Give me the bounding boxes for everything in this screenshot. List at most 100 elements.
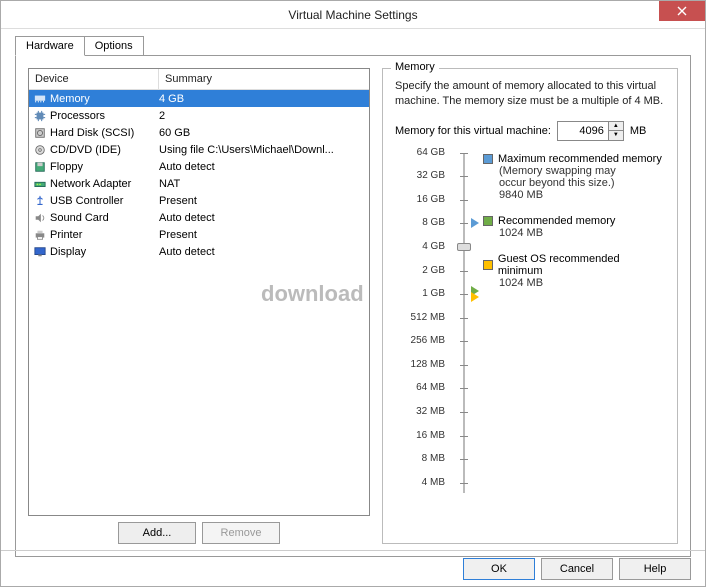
slider-track-column[interactable] [453, 153, 475, 493]
memory-group: Memory Specify the amount of memory allo… [382, 68, 678, 544]
tick-label: 32 MB [395, 406, 445, 417]
device-table: Device Summary Memory 4 GB Processors 2 Hard… [28, 68, 370, 516]
tick-label: 64 MB [395, 382, 445, 393]
device-name: Printer [50, 229, 82, 241]
memory-input-row: Memory for this virtual machine: ▲ ▼ MB [395, 121, 665, 141]
sound-icon [33, 212, 47, 224]
spin-down[interactable]: ▼ [609, 131, 623, 140]
close-icon [677, 6, 687, 16]
device-name: CD/DVD (IDE) [50, 144, 121, 156]
tick-label: 512 MB [395, 312, 445, 323]
device-name: Sound Card [50, 212, 109, 224]
close-button[interactable] [659, 1, 705, 21]
add-button[interactable]: Add... [118, 522, 196, 544]
table-row[interactable]: Hard Disk (SCSI) 60 GB [29, 124, 369, 141]
tick-label: 1 GB [395, 288, 445, 299]
device-summary: Auto detect [159, 161, 365, 173]
memory-input[interactable] [558, 122, 608, 140]
slider-thumb[interactable] [457, 243, 471, 251]
legend-max: Maximum recommended memory (Memory swapp… [483, 153, 665, 201]
settings-dialog: Virtual Machine Settings HardwareOptions… [0, 0, 706, 587]
cancel-button[interactable]: Cancel [541, 558, 613, 580]
device-summary: 60 GB [159, 127, 365, 139]
device-summary: Auto detect [159, 246, 365, 258]
ok-button[interactable]: OK [463, 558, 535, 580]
memory-panel: Memory Specify the amount of memory allo… [382, 68, 678, 544]
tick-label: 16 MB [395, 430, 445, 441]
table-row[interactable]: Sound Card Auto detect [29, 209, 369, 226]
help-button[interactable]: Help [619, 558, 691, 580]
floppy-icon [33, 161, 47, 173]
table-row[interactable]: Processors 2 [29, 107, 369, 124]
window-title: Virtual Machine Settings [288, 8, 417, 22]
tick-label: 2 GB [395, 265, 445, 276]
titlebar: Virtual Machine Settings [1, 1, 705, 29]
table-row[interactable]: Display Auto detect [29, 243, 369, 260]
tab-hardware[interactable]: Hardware [15, 36, 85, 56]
spin-up[interactable]: ▲ [609, 122, 623, 132]
network-icon [33, 178, 47, 190]
device-name: Hard Disk (SCSI) [50, 127, 134, 139]
device-buttons: Add... Remove [28, 522, 370, 544]
remove-button[interactable]: Remove [202, 522, 280, 544]
device-summary: 4 GB [159, 93, 365, 105]
slider-track [463, 153, 465, 493]
memory-description: Specify the amount of memory allocated t… [395, 79, 665, 109]
memory-slider-area: 64 GB32 GB16 GB8 GB4 GB2 GB1 GB512 MB256… [395, 153, 665, 493]
device-summary: Present [159, 229, 365, 241]
square-icon [483, 216, 493, 226]
cpu-icon [33, 110, 47, 122]
tab-content: Device Summary Memory 4 GB Processors 2 Hard… [15, 55, 691, 557]
tick-label: 8 GB [395, 217, 445, 228]
table-row[interactable]: CD/DVD (IDE) Using file C:\Users\Michael\… [29, 141, 369, 158]
table-row[interactable]: Printer Present [29, 226, 369, 243]
device-panel: Device Summary Memory 4 GB Processors 2 Hard… [28, 68, 370, 544]
tab-strip: HardwareOptions [1, 29, 705, 55]
memory-legend: Maximum recommended memory (Memory swapp… [483, 153, 665, 493]
tick-label: 32 GB [395, 170, 445, 181]
table-row[interactable]: Memory 4 GB [29, 90, 369, 107]
printer-icon [33, 229, 47, 241]
memory-label: Memory for this virtual machine: [395, 125, 551, 137]
tick-label: 128 MB [395, 359, 445, 370]
device-summary: Auto detect [159, 212, 365, 224]
spinner-arrows: ▲ ▼ [608, 122, 623, 140]
tick-label: 256 MB [395, 335, 445, 346]
device-name: USB Controller [50, 195, 123, 207]
table-row[interactable]: Network AdapterNAT [29, 175, 369, 192]
table-row[interactable]: Floppy Auto detect [29, 158, 369, 175]
usb-icon [33, 195, 47, 207]
table-row[interactable]: USB Controller Present [29, 192, 369, 209]
tab-options[interactable]: Options [84, 36, 144, 56]
device-summary: Using file C:\Users\Michael\Downl... [159, 144, 365, 156]
cd-icon [33, 144, 47, 156]
device-summary: 2 [159, 110, 365, 122]
device-name: Memory [50, 93, 90, 105]
table-header: Device Summary [29, 69, 369, 90]
tick-label: 64 GB [395, 147, 445, 158]
memory-unit: MB [630, 125, 647, 137]
tick-label: 16 GB [395, 194, 445, 205]
display-icon [33, 246, 47, 258]
tick-label: 4 GB [395, 241, 445, 252]
dialog-footer: OK Cancel Help [1, 550, 705, 586]
memory-spinner[interactable]: ▲ ▼ [557, 121, 624, 141]
memory-group-title: Memory [391, 61, 439, 73]
square-icon [483, 260, 493, 270]
col-summary[interactable]: Summary [159, 69, 369, 90]
legend-min: Guest OS recommended minimum 1024 MB [483, 253, 665, 289]
device-summary: Present [159, 195, 365, 207]
tick-label: 8 MB [395, 453, 445, 464]
square-icon [483, 154, 493, 164]
tick-label: 4 MB [395, 477, 445, 488]
col-device[interactable]: Device [29, 69, 159, 90]
device-name: Processors [50, 110, 105, 122]
device-name: Floppy [50, 161, 83, 173]
marker-max [471, 218, 479, 228]
device-summary: NAT [159, 178, 365, 190]
marker-min [471, 292, 479, 302]
slider-ticks: 64 GB32 GB16 GB8 GB4 GB2 GB1 GB512 MB256… [395, 153, 445, 493]
device-name: Display [50, 246, 86, 258]
legend-rec: Recommended memory 1024 MB [483, 215, 665, 239]
memory-icon [33, 93, 47, 105]
